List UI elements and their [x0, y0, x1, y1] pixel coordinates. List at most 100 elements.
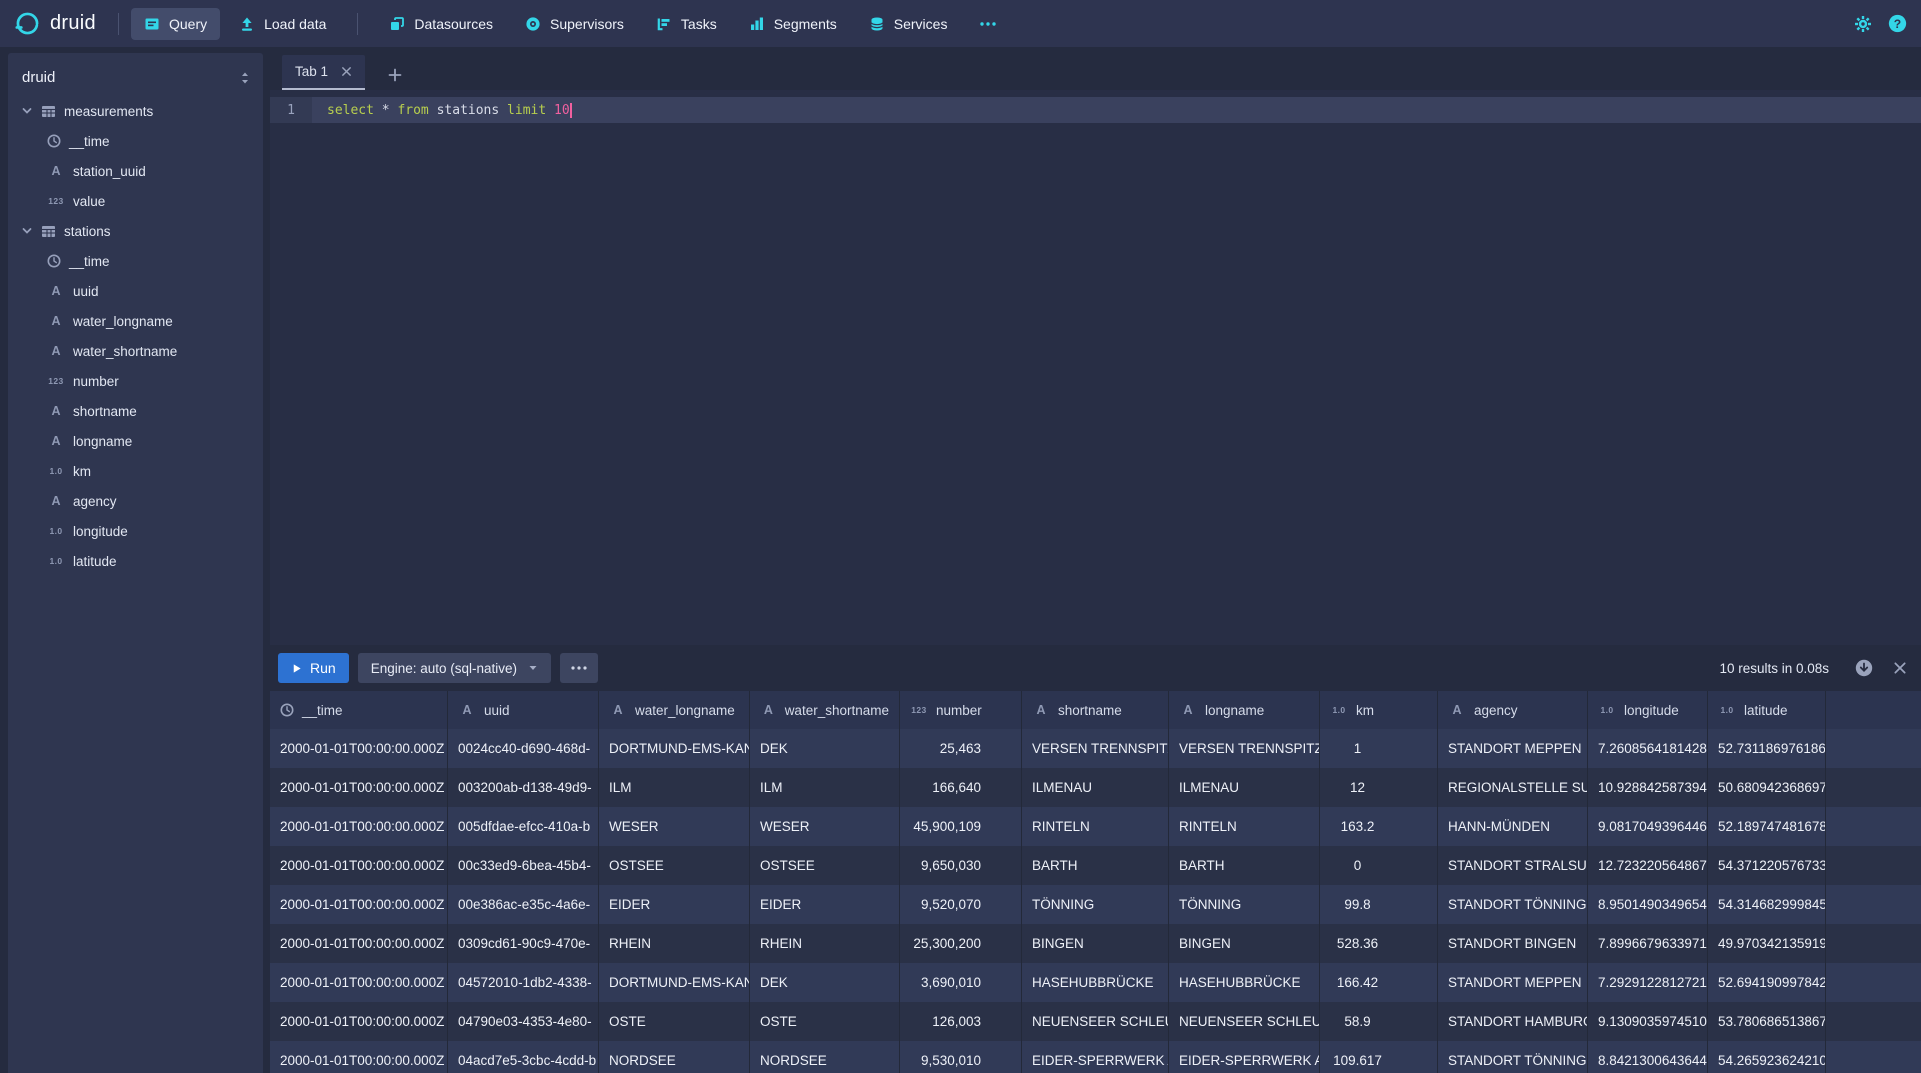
tree-column-longname[interactable]: Alongname — [8, 426, 263, 456]
nav-item-query[interactable]: Query — [131, 8, 220, 40]
cell--time[interactable]: 2000-01-01T00:00:00.000Z — [270, 846, 448, 885]
cell-latitude[interactable]: 50.680942368697 — [1708, 768, 1826, 807]
cell-water-shortname[interactable]: DEK — [750, 729, 900, 768]
close-results-icon[interactable] — [1893, 661, 1907, 675]
tree-column--time[interactable]: __time — [8, 246, 263, 276]
nav-more-button[interactable] — [966, 8, 1010, 40]
app-logo[interactable]: druid — [14, 10, 96, 37]
cell-water-longname[interactable]: DORTMUND-EMS-KANAL — [599, 729, 750, 768]
tree-column-latitude[interactable]: 1.0latitude — [8, 546, 263, 576]
cell-longitude[interactable]: 8.8421300643644 — [1588, 1041, 1708, 1073]
cell-km[interactable]: 163.2 — [1320, 807, 1438, 846]
cell-uuid[interactable]: 00c33ed9-6bea-45b4- — [448, 846, 599, 885]
cell-water-shortname[interactable]: OSTSEE — [750, 846, 900, 885]
cell-water-longname[interactable]: RHEIN — [599, 924, 750, 963]
cell-water-longname[interactable]: EIDER — [599, 885, 750, 924]
cell-km[interactable]: 166.42 — [1320, 963, 1438, 1002]
sql-query-text[interactable]: select * from stations limit 10 — [312, 103, 572, 118]
tree-column-uuid[interactable]: Auuid — [8, 276, 263, 306]
cell-km[interactable]: 528.36 — [1320, 924, 1438, 963]
cell-longitude[interactable]: 9.1309035974510 — [1588, 1002, 1708, 1041]
header-cell-latitude[interactable]: 1.0latitude — [1708, 691, 1826, 729]
cell-uuid[interactable]: 04790e03-4353-4e80- — [448, 1002, 599, 1041]
nav-item-supervisors[interactable]: Supervisors — [512, 8, 637, 40]
cell-water-longname[interactable]: ILM — [599, 768, 750, 807]
cell-uuid[interactable]: 0309cd61-90c9-470e- — [448, 924, 599, 963]
header-cell-water-longname[interactable]: Awater_longname — [599, 691, 750, 729]
cell-km[interactable]: 58.9 — [1320, 1002, 1438, 1041]
cell-agency[interactable]: STANDORT MEPPEN — [1438, 963, 1588, 1002]
cell-water-shortname[interactable]: WESER — [750, 807, 900, 846]
query-more-button[interactable] — [560, 653, 598, 683]
header-cell-km[interactable]: 1.0km — [1320, 691, 1438, 729]
cell--time[interactable]: 2000-01-01T00:00:00.000Z — [270, 924, 448, 963]
cell-longname[interactable]: EIDER-SPERRWERK AP — [1169, 1041, 1320, 1073]
engine-select-button[interactable]: Engine: auto (sql-native) — [358, 653, 551, 683]
settings-gear-icon[interactable] — [1854, 15, 1872, 33]
header-cell-longname[interactable]: Alongname — [1169, 691, 1320, 729]
cell-agency[interactable]: STANDORT TÖNNING — [1438, 1041, 1588, 1073]
tree-table-measurements[interactable]: measurements — [8, 96, 263, 126]
cell-water-shortname[interactable]: EIDER — [750, 885, 900, 924]
header-cell-water-shortname[interactable]: Awater_shortname — [750, 691, 900, 729]
cell-number[interactable]: 166,640 — [900, 768, 1022, 807]
cell-km[interactable]: 12 — [1320, 768, 1438, 807]
cell-number[interactable]: 25,300,200 — [900, 924, 1022, 963]
cell-longname[interactable]: ILMENAU — [1169, 768, 1320, 807]
tree-column-water-shortname[interactable]: Awater_shortname — [8, 336, 263, 366]
cell-longitude[interactable]: 9.0817049396446 — [1588, 807, 1708, 846]
nav-item-load-data[interactable]: Load data — [226, 8, 339, 40]
cell--time[interactable]: 2000-01-01T00:00:00.000Z — [270, 768, 448, 807]
tree-column-water-longname[interactable]: Awater_longname — [8, 306, 263, 336]
cell-number[interactable]: 25,463 — [900, 729, 1022, 768]
nav-item-services[interactable]: Services — [856, 8, 961, 40]
cell-shortname[interactable]: RINTELN — [1022, 807, 1169, 846]
cell-water-shortname[interactable]: RHEIN — [750, 924, 900, 963]
cell-latitude[interactable]: 53.780686513867 — [1708, 1002, 1826, 1041]
cell-shortname[interactable]: BINGEN — [1022, 924, 1169, 963]
cell-shortname[interactable]: BARTH — [1022, 846, 1169, 885]
cell-water-longname[interactable]: OSTSEE — [599, 846, 750, 885]
cell-km[interactable]: 109.617 — [1320, 1041, 1438, 1073]
cell-km[interactable]: 99.8 — [1320, 885, 1438, 924]
cell-latitude[interactable]: 49.970342135919 — [1708, 924, 1826, 963]
cell-uuid[interactable]: 04acd7e5-3cbc-4cdd-b — [448, 1041, 599, 1073]
cell-longname[interactable]: TÖNNING — [1169, 885, 1320, 924]
cell-number[interactable]: 9,520,070 — [900, 885, 1022, 924]
cell-uuid[interactable]: 00e386ac-e35c-4a6e- — [448, 885, 599, 924]
cell-longname[interactable]: VERSEN TRENNSPITZE — [1169, 729, 1320, 768]
tree-column-longitude[interactable]: 1.0longitude — [8, 516, 263, 546]
cell-longitude[interactable]: 8.9501490349654 — [1588, 885, 1708, 924]
cell-longname[interactable]: NEUENSEER SCHLEUSE — [1169, 1002, 1320, 1041]
tree-column-number[interactable]: 123number — [8, 366, 263, 396]
cell--time[interactable]: 2000-01-01T00:00:00.000Z — [270, 729, 448, 768]
cell-agency[interactable]: HANN-MÜNDEN — [1438, 807, 1588, 846]
cell-number[interactable]: 9,530,010 — [900, 1041, 1022, 1073]
tab-close-icon[interactable] — [341, 66, 352, 77]
cell-km[interactable]: 0 — [1320, 846, 1438, 885]
header-cell-agency[interactable]: Aagency — [1438, 691, 1588, 729]
cell-longname[interactable]: BINGEN — [1169, 924, 1320, 963]
cell-water-longname[interactable]: OSTE — [599, 1002, 750, 1041]
add-tab-button[interactable] — [380, 60, 410, 90]
cell-water-longname[interactable]: DORTMUND-EMS-KANAL — [599, 963, 750, 1002]
cell-shortname[interactable]: TÖNNING — [1022, 885, 1169, 924]
cell-uuid[interactable]: 04572010-1db2-4338- — [448, 963, 599, 1002]
run-button[interactable]: Run — [278, 653, 349, 683]
help-icon[interactable]: ? — [1888, 14, 1907, 33]
tree-table-stations[interactable]: stations — [8, 216, 263, 246]
cell-km[interactable]: 1 — [1320, 729, 1438, 768]
cell-agency[interactable]: REGIONALSTELLE SUHL — [1438, 768, 1588, 807]
cell-shortname[interactable]: HASEHUBBRÜCKE — [1022, 963, 1169, 1002]
cell-water-longname[interactable]: WESER — [599, 807, 750, 846]
double-caret-vertical-icon[interactable] — [239, 71, 251, 85]
download-icon[interactable] — [1854, 658, 1874, 678]
cell-water-shortname[interactable]: DEK — [750, 963, 900, 1002]
cell-latitude[interactable]: 54.265923624210 — [1708, 1041, 1826, 1073]
cell-latitude[interactable]: 54.371220576733 — [1708, 846, 1826, 885]
cell-shortname[interactable]: VERSEN TRENNSPITZE — [1022, 729, 1169, 768]
cell--time[interactable]: 2000-01-01T00:00:00.000Z — [270, 963, 448, 1002]
cell-latitude[interactable]: 52.694190997842 — [1708, 963, 1826, 1002]
tree-column--time[interactable]: __time — [8, 126, 263, 156]
cell-agency[interactable]: STANDORT BINGEN — [1438, 924, 1588, 963]
